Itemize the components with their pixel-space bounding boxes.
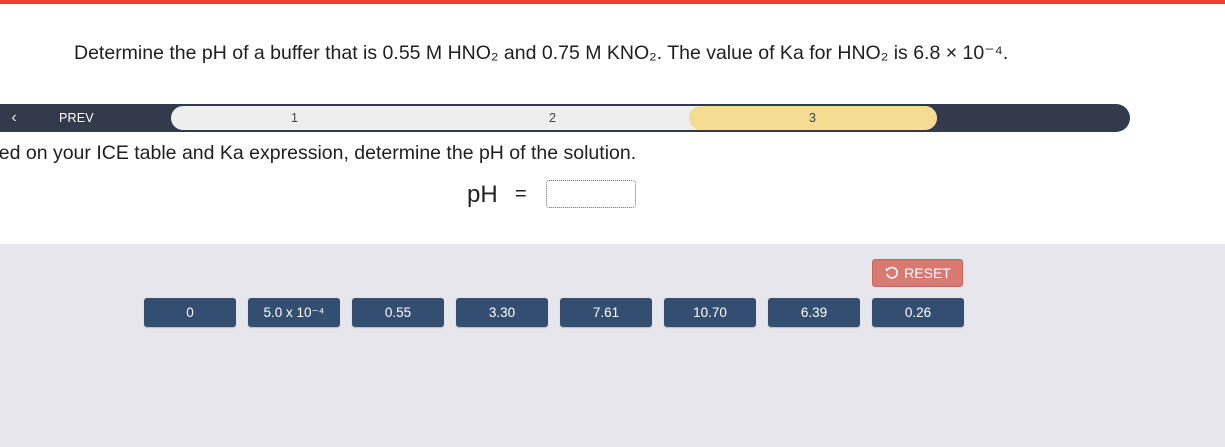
- reset-button[interactable]: RESET: [872, 259, 963, 287]
- instruction-text: sed on your ICE table and Ka expression,…: [0, 142, 637, 164]
- answer-tile-3.30[interactable]: 3.30: [456, 298, 548, 327]
- step-3-active[interactable]: 3: [689, 106, 937, 130]
- equals-sign: =: [515, 183, 527, 205]
- undo-icon: [885, 266, 899, 279]
- ph-label: pH: [467, 181, 498, 208]
- ph-answer-input[interactable]: [546, 180, 636, 208]
- chevron-left-icon[interactable]: ‹: [6, 108, 22, 128]
- answer-tile-7.61[interactable]: 7.61: [560, 298, 652, 327]
- step-track: 1 2 3: [171, 106, 937, 130]
- prev-button[interactable]: PREV: [59, 111, 94, 125]
- answer-tile-10.70[interactable]: 10.70: [664, 298, 756, 327]
- answer-tile-0.55[interactable]: 0.55: [352, 298, 444, 327]
- answer-tile-tray: RESET 0 5.0 x 10⁻⁴ 0.55 3.30 7.61 10.70 …: [0, 244, 1225, 447]
- step-3-label: 3: [809, 111, 816, 125]
- step-navigation-bar: ‹ PREV 1 2 3: [0, 104, 1130, 132]
- answer-tile-0[interactable]: 0: [144, 298, 236, 327]
- answer-tile-5.0e-4[interactable]: 5.0 x 10⁻⁴: [248, 298, 340, 327]
- answer-tile-6.39[interactable]: 6.39: [768, 298, 860, 327]
- step-1-button[interactable]: 1: [291, 111, 298, 125]
- reset-label: RESET: [904, 265, 951, 281]
- step-2-button[interactable]: 2: [549, 111, 556, 125]
- top-accent-bar: [0, 0, 1225, 4]
- answer-tile-0.26[interactable]: 0.26: [872, 298, 964, 327]
- question-text: Determine the pH of a buffer that is 0.5…: [74, 42, 1009, 64]
